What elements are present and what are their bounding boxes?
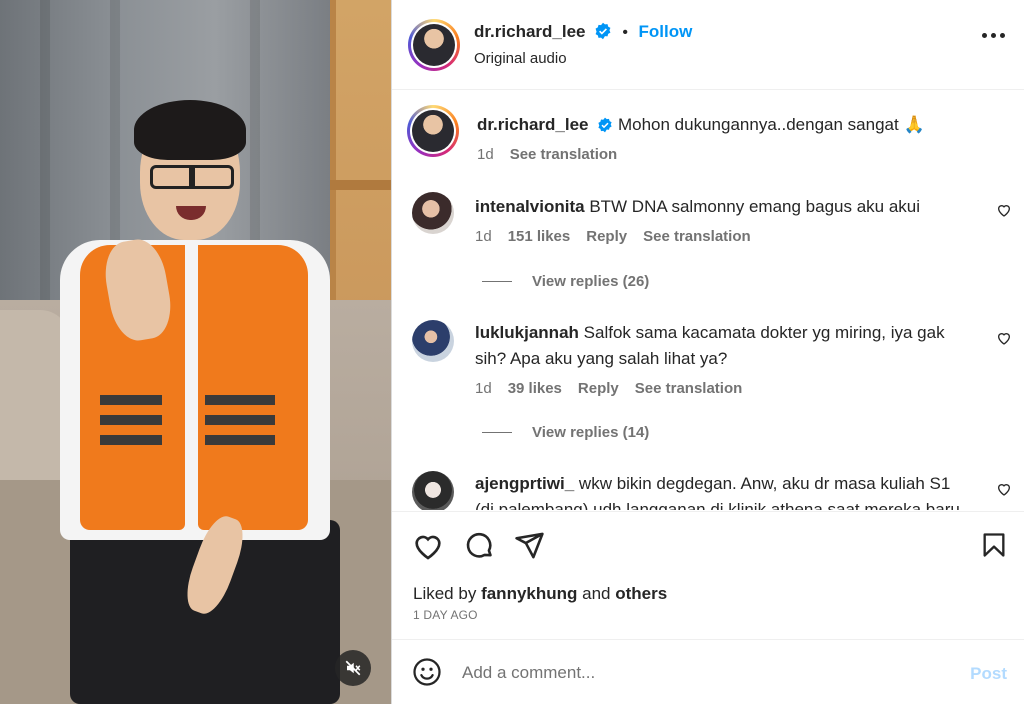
view-replies-label: View replies (26)	[532, 273, 650, 290]
commenter-username[interactable]: intenalvionita	[475, 197, 585, 216]
reply-button[interactable]: Reply	[578, 376, 619, 402]
vest-stripe	[100, 415, 162, 425]
vest-stripe	[205, 395, 275, 405]
commenter-username[interactable]: ajengprtiwi_	[475, 474, 574, 493]
liked-by-user[interactable]: fannykhung	[481, 584, 577, 603]
commenter-avatar[interactable]	[412, 320, 454, 362]
verified-badge-icon	[595, 22, 611, 40]
replies-line	[482, 432, 512, 433]
avatar-image	[412, 110, 454, 152]
comment-item: intenalvionita BTW DNA salmonny emang ba…	[412, 192, 1012, 262]
post-button[interactable]: Post	[970, 664, 1007, 684]
more-dot	[982, 33, 987, 38]
post-timestamp[interactable]: 1 DAY AGO	[413, 608, 478, 622]
caption-username[interactable]: dr.richard_lee	[477, 115, 589, 134]
vest-stripe	[100, 435, 162, 445]
bookmark-save-icon[interactable]	[980, 530, 1008, 560]
post-header: dr.richard_lee • Follow Original audio	[392, 0, 1024, 90]
person-hair	[134, 100, 246, 160]
replies-line	[482, 281, 512, 282]
reel-video[interactable]	[0, 0, 391, 704]
heart-icon[interactable]	[996, 202, 1012, 218]
more-options-button[interactable]	[982, 33, 1005, 38]
vest-right	[198, 245, 308, 530]
more-dot	[991, 33, 996, 38]
share-send-icon[interactable]	[514, 530, 545, 561]
liked-by-others[interactable]: others	[615, 584, 667, 603]
comment-input[interactable]	[462, 658, 932, 688]
and-label: and	[582, 584, 611, 603]
like-heart-icon[interactable]	[412, 530, 444, 562]
comment-likes[interactable]: 151 likes	[508, 224, 571, 250]
author-username[interactable]: dr.richard_lee	[474, 22, 586, 41]
emoji-icon[interactable]	[412, 657, 442, 687]
post-panel: dr.richard_lee • Follow Original audio d…	[391, 0, 1024, 704]
avatar-image	[413, 24, 455, 66]
comments-list[interactable]: dr.richard_lee Mohon dukungannya..dengan…	[392, 91, 1024, 510]
speaker-muted-icon	[345, 660, 361, 676]
comment-time[interactable]: 1d	[475, 224, 492, 250]
see-translation-link[interactable]: See translation	[510, 142, 618, 168]
likes-summary: Liked by fannykhung and others	[413, 584, 667, 604]
commenter-username[interactable]: luklukjannah	[475, 323, 579, 342]
vest-stripe	[205, 435, 275, 445]
caption-text: Mohon dukungannya..dengan sangat 🙏	[617, 115, 925, 134]
comment-likes[interactable]: 39 likes	[508, 376, 562, 402]
comment-bubble-icon[interactable]	[464, 530, 495, 561]
author-avatar[interactable]	[408, 19, 460, 71]
caption-item: dr.richard_lee Mohon dukungannya..dengan…	[407, 105, 1012, 175]
view-replies-button[interactable]: View replies (14)	[482, 424, 649, 441]
see-translation-link[interactable]: See translation	[643, 224, 751, 250]
separator-dot: •	[622, 24, 629, 41]
liked-by-label: Liked by	[413, 584, 477, 603]
see-translation-link[interactable]: See translation	[635, 376, 743, 402]
comment-item: luklukjannah Salfok sama kacamata dokter…	[412, 320, 1012, 410]
vest-stripe	[100, 395, 162, 405]
vest-stripe	[205, 415, 275, 425]
heart-icon[interactable]	[996, 330, 1012, 346]
view-replies-label: View replies (14)	[532, 424, 650, 441]
comment-time[interactable]: 1d	[475, 376, 492, 402]
caption-time[interactable]: 1d	[477, 142, 494, 168]
audio-label[interactable]: Original audio	[474, 50, 567, 67]
person-glasses	[150, 165, 234, 189]
commenter-avatar[interactable]	[412, 192, 454, 234]
heart-icon[interactable]	[996, 481, 1012, 497]
action-bar: Liked by fannykhung and others 1 DAY AGO	[392, 511, 1024, 639]
more-dot	[1000, 33, 1005, 38]
commenter-avatar[interactable]	[412, 471, 454, 510]
comment-item: ajengprtiwi_ wkw bikin degdegan. Anw, ak…	[412, 471, 1012, 510]
reply-button[interactable]: Reply	[586, 224, 627, 250]
comment-composer: Post	[392, 639, 1024, 704]
view-replies-button[interactable]: View replies (26)	[482, 273, 649, 290]
follow-button[interactable]: Follow	[638, 22, 692, 41]
caption-author-avatar[interactable]	[407, 105, 459, 157]
comment-text: BTW DNA salmonny emang bagus aku akui	[589, 197, 921, 216]
curtain-fold	[40, 0, 50, 330]
shelf-board	[330, 180, 391, 190]
verified-badge-icon	[598, 117, 612, 133]
mute-button[interactable]	[335, 650, 371, 686]
